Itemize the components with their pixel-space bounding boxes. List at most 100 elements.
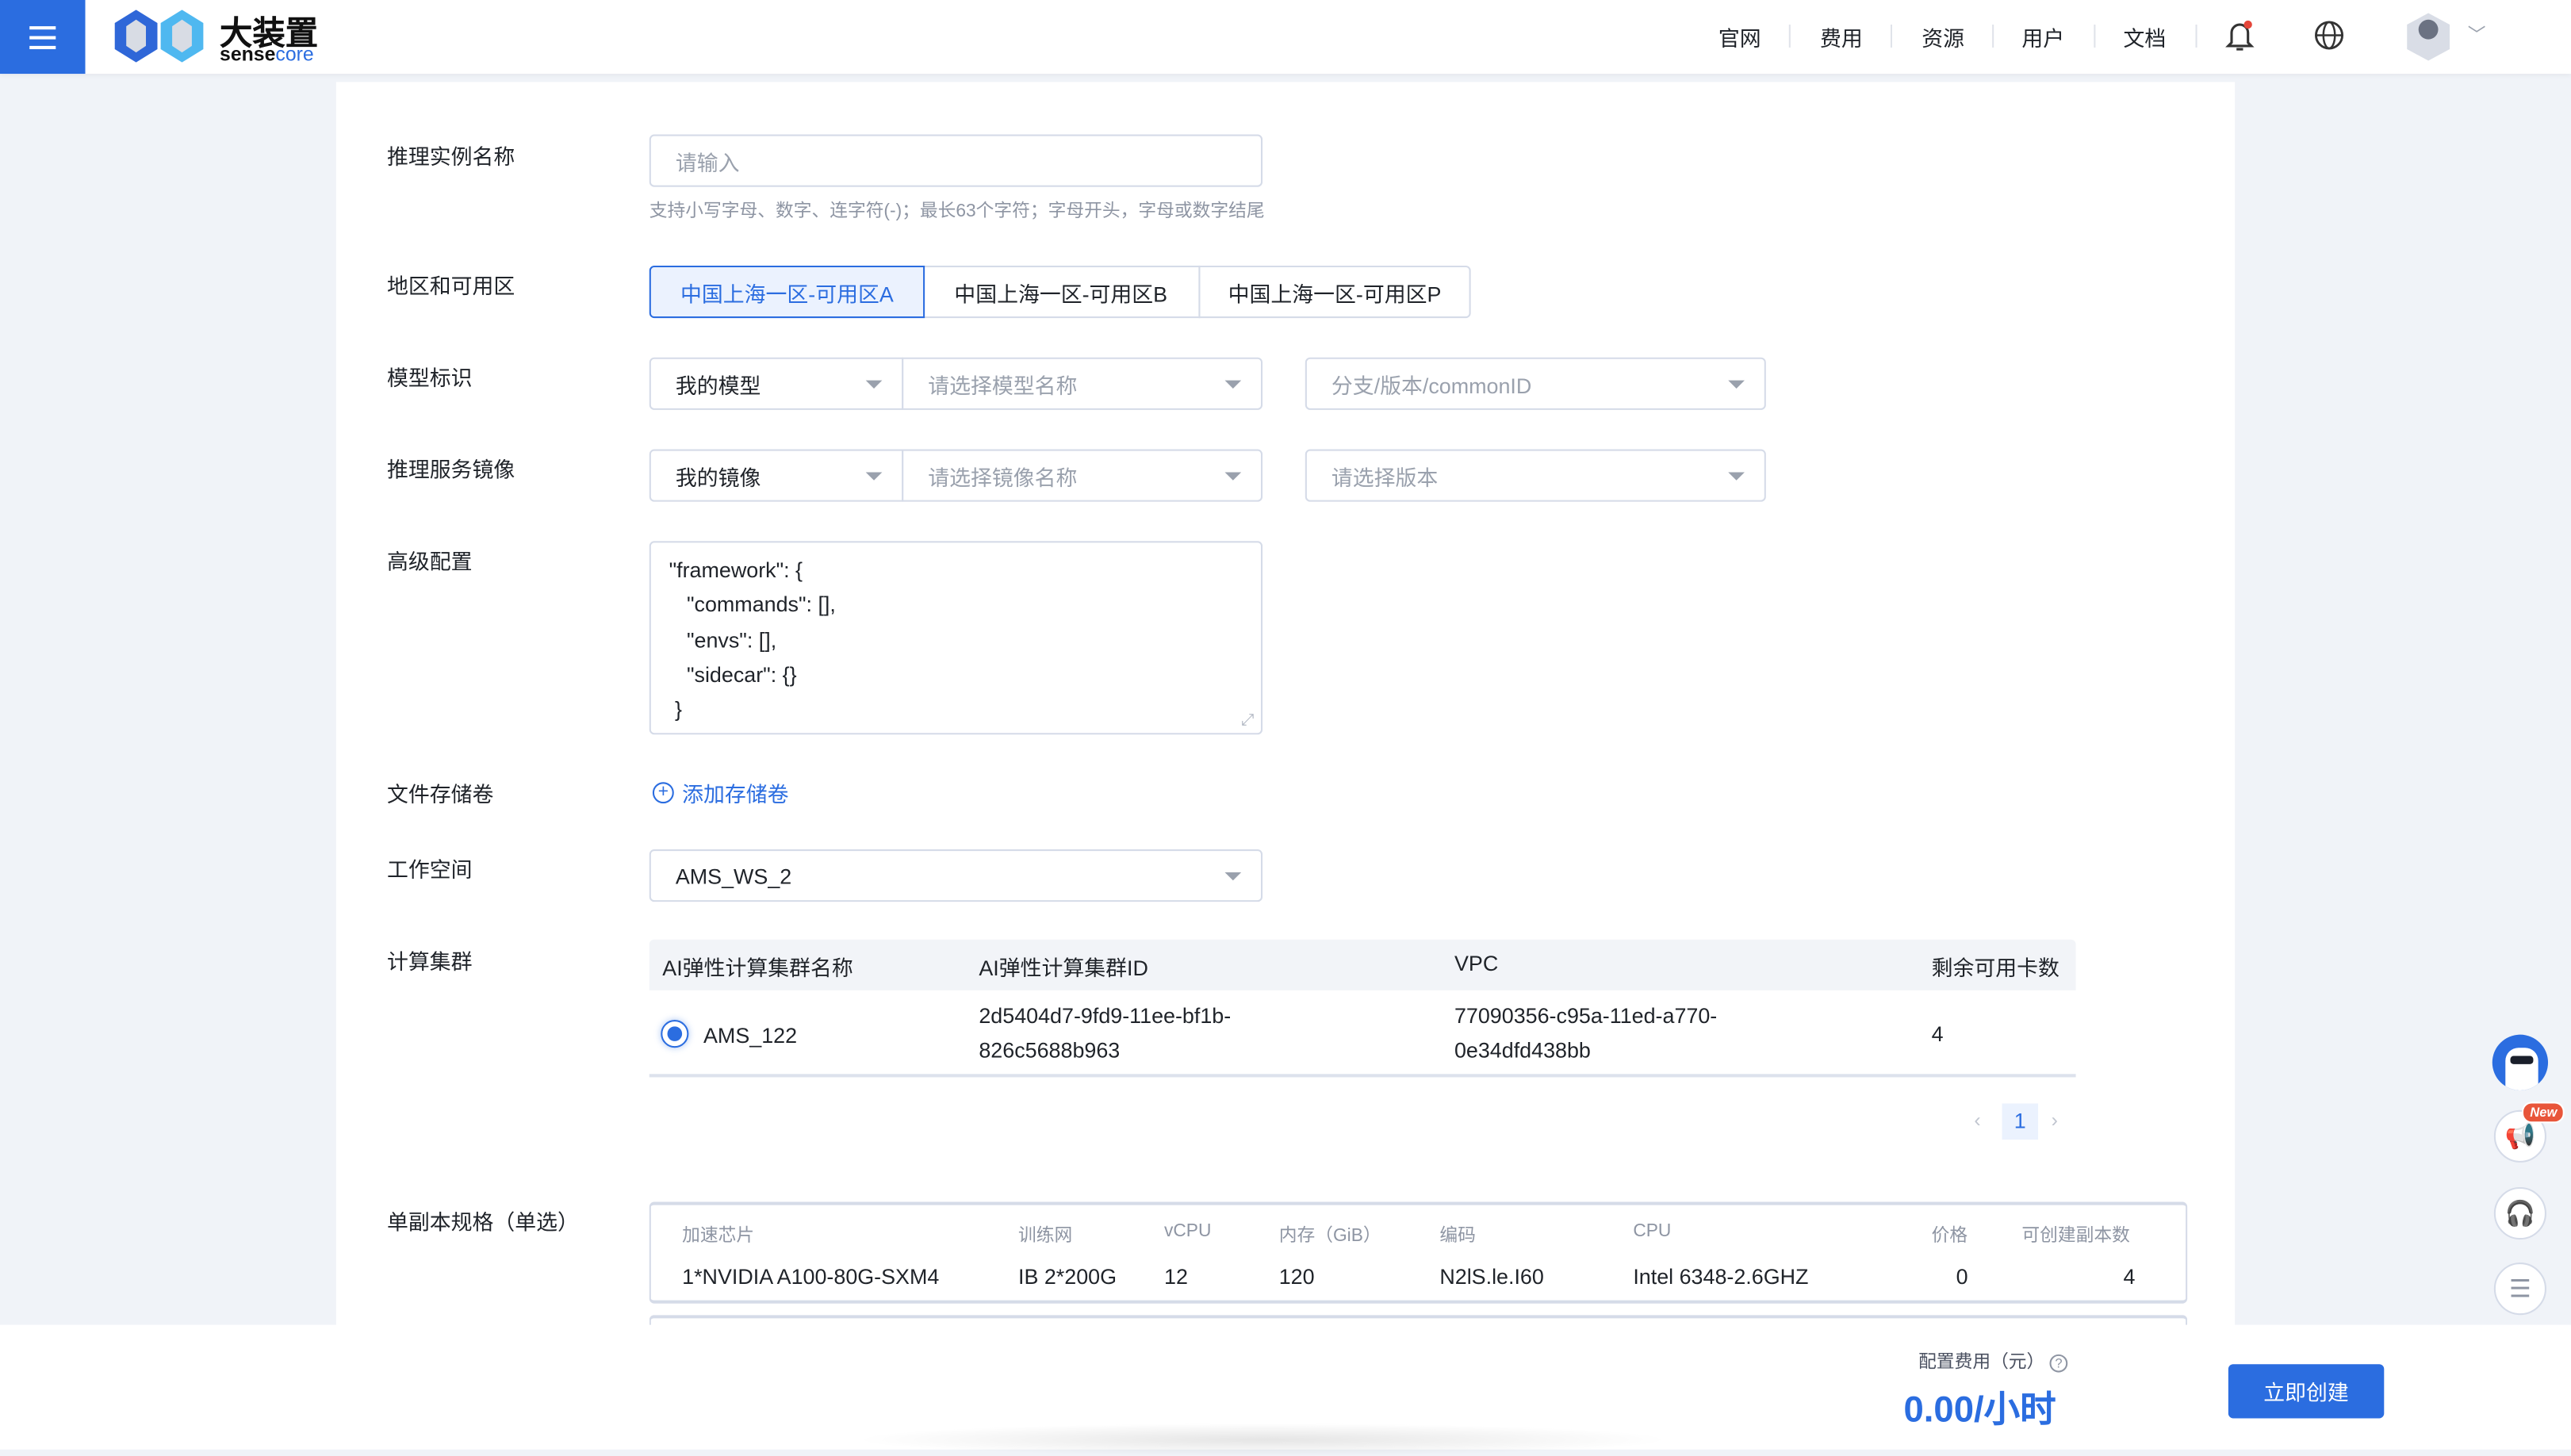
logo-subtext: sensecore bbox=[220, 43, 314, 66]
new-badge: New bbox=[2521, 1102, 2565, 1124]
caret-down-icon bbox=[1728, 380, 1745, 389]
placeholder: 请输入 bbox=[675, 150, 740, 175]
model-type-select[interactable]: 我的模型 bbox=[649, 357, 904, 410]
spec-replicas: 4 bbox=[2123, 1264, 2136, 1289]
headset-icon[interactable]: 🎧 bbox=[2493, 1186, 2546, 1240]
column-header: 剩余可用卡数 bbox=[1931, 956, 2059, 981]
spec-header: 加速芯片 bbox=[682, 1226, 755, 1247]
spec-network: IB 2*200G bbox=[1017, 1264, 1117, 1289]
divider bbox=[1890, 25, 1893, 48]
placeholder: 请选择镜像名称 bbox=[928, 465, 1078, 490]
spec-header: CPU bbox=[1633, 1221, 1672, 1242]
spec-header: 价格 bbox=[1931, 1226, 1968, 1247]
table-row[interactable] bbox=[649, 990, 2076, 1078]
spec-memory: 120 bbox=[1278, 1264, 1315, 1289]
spec-chip: 1*NVIDIA A100-80G-SXM4 bbox=[682, 1264, 940, 1289]
caret-down-icon bbox=[1224, 872, 1242, 881]
chevron-down-icon[interactable]: ﹀ bbox=[2468, 21, 2486, 48]
config-text: "framework": { "commands": [], "envs": [… bbox=[669, 557, 836, 722]
spec-header: 可创建副本数 bbox=[2021, 1226, 2130, 1247]
label-cluster: 计算集群 bbox=[386, 949, 473, 975]
cluster-id: 2d5404d7-9fd9-11ee-bf1b- 826c5688b963 bbox=[979, 998, 1231, 1067]
add-storage-button[interactable]: + 添加存储卷 bbox=[652, 777, 789, 808]
add-storage-label: 添加存储卷 bbox=[682, 782, 789, 807]
nav-docs[interactable]: 文档 bbox=[2124, 21, 2167, 52]
model-version-select[interactable]: 分支/版本/commonID bbox=[1305, 357, 1766, 410]
divider bbox=[2195, 25, 2197, 48]
collapse-menu-icon[interactable]: ☰ bbox=[2493, 1263, 2546, 1316]
label-image: 推理服务镜像 bbox=[386, 457, 515, 482]
cluster-table-header bbox=[649, 939, 2076, 990]
advanced-config-textarea[interactable]: "framework": { "commands": [], "envs": [… bbox=[649, 541, 1263, 735]
vpc-line: 77090356-c95a-11ed-a770- bbox=[1454, 1003, 1718, 1029]
menu-icon[interactable] bbox=[0, 0, 86, 75]
bell-icon[interactable] bbox=[2225, 20, 2255, 52]
caret-down-icon bbox=[1224, 380, 1242, 389]
caret-down-icon bbox=[865, 472, 883, 481]
avatar[interactable] bbox=[2404, 10, 2453, 62]
cluster-id-line: 2d5404d7-9fd9-11ee-bf1b- bbox=[979, 1003, 1232, 1029]
column-header: AI弹性计算集群ID bbox=[979, 956, 1148, 981]
spec-header: 内存（GiB） bbox=[1278, 1226, 1381, 1247]
shadow bbox=[853, 1423, 1672, 1456]
label-zone: 地区和可用区 bbox=[386, 274, 515, 299]
prev-page-icon[interactable]: ‹ bbox=[1974, 1109, 1980, 1132]
spec-cpu: Intel 6348-2.6GHZ bbox=[1633, 1264, 1809, 1289]
zone-option-b[interactable]: 中国上海一区-可用区B bbox=[923, 265, 1201, 319]
create-button[interactable]: 立即创建 bbox=[2228, 1364, 2385, 1419]
cost-label-text: 配置费用（元） bbox=[1918, 1352, 2045, 1373]
help-icon[interactable]: ? bbox=[2049, 1354, 2068, 1373]
zone-option-a[interactable]: 中国上海一区-可用区A bbox=[649, 265, 925, 319]
nav-official[interactable]: 官网 bbox=[1718, 21, 1761, 52]
label-model: 模型标识 bbox=[386, 366, 473, 391]
label-advanced: 高级配置 bbox=[386, 549, 473, 574]
caret-down-icon bbox=[865, 380, 883, 389]
nav-billing[interactable]: 费用 bbox=[1820, 21, 1863, 52]
caret-down-icon bbox=[1224, 472, 1242, 481]
select-value: AMS_WS_2 bbox=[675, 863, 792, 888]
next-page-icon[interactable]: › bbox=[2052, 1109, 2058, 1132]
label-workspace: 工作空间 bbox=[386, 857, 473, 883]
placeholder: 请选择模型名称 bbox=[928, 373, 1078, 398]
footer-bar: 配置费用（元） ? 0.00/小时 立即创建 bbox=[0, 1324, 2571, 1456]
cluster-name: AMS_122 bbox=[703, 1023, 798, 1048]
page-1[interactable]: 1 bbox=[2002, 1103, 2039, 1140]
logo-sense: sense bbox=[220, 42, 276, 66]
name-hint: 支持小写字母、数字、连字符(-)；最长63个字符；字母开头，字母或数字结尾 bbox=[649, 201, 1265, 222]
globe-icon[interactable] bbox=[2313, 20, 2344, 51]
assistant-avatar-icon[interactable] bbox=[2492, 1034, 2549, 1090]
nav-resources[interactable]: 资源 bbox=[1922, 21, 1964, 52]
select-value: 我的模型 bbox=[675, 373, 761, 398]
label-spec: 单副本规格（单选） bbox=[386, 1209, 579, 1235]
logo-core: core bbox=[275, 42, 314, 66]
image-name-select[interactable]: 请选择镜像名称 bbox=[902, 449, 1263, 502]
image-type-select[interactable]: 我的镜像 bbox=[649, 449, 904, 502]
caret-down-icon bbox=[1728, 472, 1745, 481]
expand-icon[interactable]: ⤢ bbox=[1241, 711, 1255, 730]
logo-icon bbox=[114, 10, 204, 63]
cost-value: 0.00/小时 bbox=[1903, 1389, 2056, 1430]
spec-vcpu: 12 bbox=[1163, 1264, 1188, 1289]
spec-price: 0 bbox=[1956, 1264, 1968, 1289]
instance-name-input[interactable]: 请输入 bbox=[649, 134, 1263, 187]
model-name-select[interactable]: 请选择模型名称 bbox=[902, 357, 1263, 410]
nav-users[interactable]: 用户 bbox=[2021, 21, 2064, 52]
plus-circle-icon: + bbox=[652, 782, 674, 804]
spec-header: 训练网 bbox=[1017, 1226, 1073, 1247]
spec-header: 编码 bbox=[1439, 1226, 1476, 1247]
label-storage: 文件存储卷 bbox=[386, 782, 494, 807]
top-header: 大装置 sensecore 官网 费用 资源 用户 文档 ﹀ bbox=[0, 0, 2571, 75]
column-header: VPC bbox=[1454, 951, 1499, 976]
zone-option-p[interactable]: 中国上海一区-可用区P bbox=[1198, 265, 1471, 319]
divider bbox=[1992, 25, 1994, 48]
cluster-id-line: 826c5688b963 bbox=[979, 1037, 1121, 1063]
select-value: 我的镜像 bbox=[675, 465, 761, 490]
spec-header: vCPU bbox=[1163, 1221, 1212, 1242]
workspace-select[interactable]: AMS_WS_2 bbox=[649, 849, 1263, 902]
image-version-select[interactable]: 请选择版本 bbox=[1305, 449, 1766, 502]
placeholder: 请选择版本 bbox=[1331, 465, 1439, 490]
cluster-radio[interactable] bbox=[661, 1020, 689, 1048]
cluster-cards: 4 bbox=[1931, 1021, 1944, 1047]
spec-code: N2lS.le.I60 bbox=[1439, 1264, 1544, 1289]
divider bbox=[2094, 25, 2096, 48]
